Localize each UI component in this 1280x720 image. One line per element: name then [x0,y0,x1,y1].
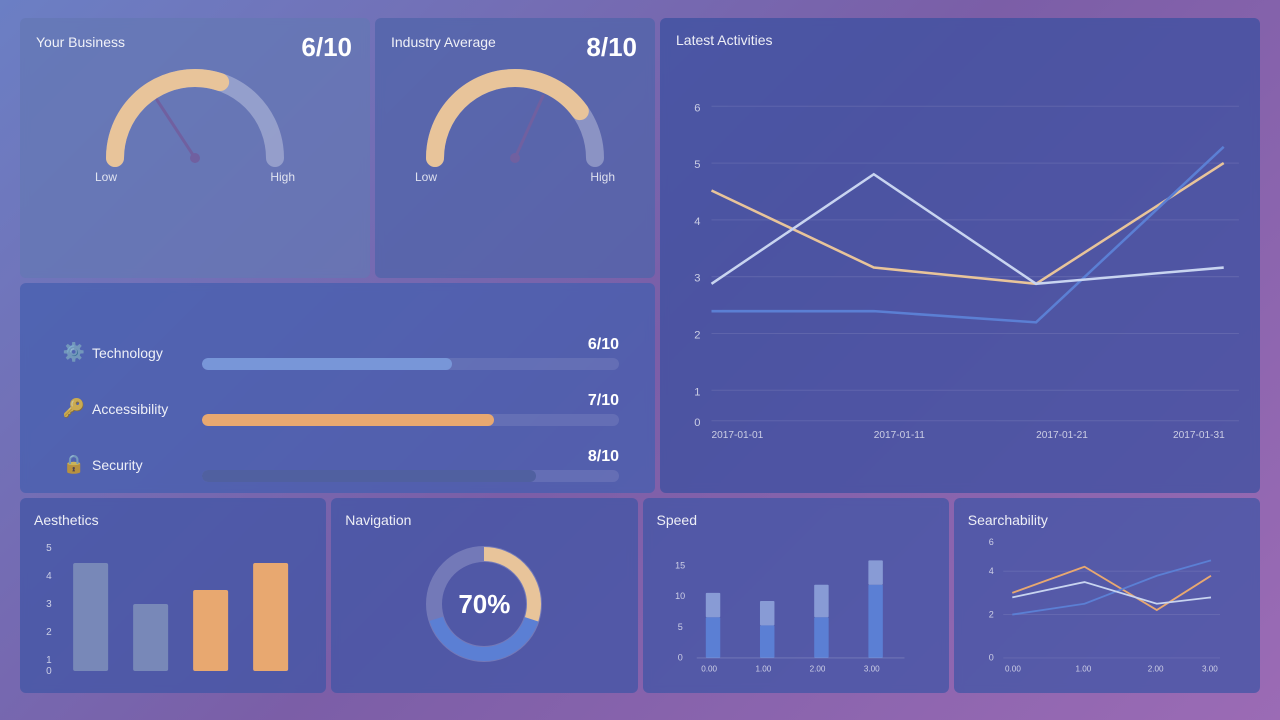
donut-container: 70% [345,536,623,673]
navigation-percentage: 70% [458,589,510,620]
searchability-chart: 0 2 4 6 0.00 1.00 2.00 3.00 [968,536,1246,676]
svg-text:0: 0 [694,416,700,428]
svg-text:2: 2 [46,627,52,638]
svg-text:1: 1 [694,386,700,398]
technology-icon: ⚙️ [56,335,92,371]
svg-text:0.00: 0.00 [1005,664,1021,673]
accessibility-bar [202,414,494,426]
svg-text:4: 4 [989,565,994,575]
searchability-title: Searchability [968,512,1246,528]
security-bar [202,470,536,482]
searchability-card: Searchability 0 2 4 6 0.00 1 [954,498,1260,693]
metrics-content: ⚙️ Technology 6/10 🔑 Accessibility 7/10 [36,299,639,477]
svg-text:3.00: 3.00 [1202,664,1218,673]
speed-chart: 0 5 10 15 0.00 1.00 2.00 [657,536,935,676]
your-business-gauge-labels: Low High [95,170,295,184]
metric-technology: ⚙️ Technology 6/10 [56,335,619,371]
svg-text:0: 0 [46,666,52,676]
svg-text:0.00: 0.00 [701,664,717,673]
aesthetics-card: Aesthetics 5 4 3 2 1 0 0.00 1. [20,498,326,693]
svg-text:1.00: 1.00 [1075,664,1091,673]
dashboard: Your Business 6/10 Low High Industry Ave… [20,18,1260,703]
svg-text:5: 5 [694,159,700,171]
accessibility-label: Accessibility [92,401,202,417]
technology-bar [202,358,452,370]
industry-avg-high-label: High [590,170,615,184]
activities-card: Latest Activities 6 5 4 3 2 1 0 2017-01-… [660,18,1260,493]
activities-chart-svg: 6 5 4 3 2 1 0 2017-01-01 2017-01-11 2017… [676,56,1244,471]
svg-text:4: 4 [46,571,52,582]
svg-text:2.00: 2.00 [1148,664,1164,673]
navigation-card: Navigation 70% [331,498,637,693]
activities-title: Latest Activities [676,32,1244,48]
industry-avg-gauge: Low High [391,58,639,184]
industry-avg-gauge-labels: Low High [415,170,615,184]
your-business-gauge: Low High [36,58,354,184]
svg-text:1.00: 1.00 [755,664,771,673]
accessibility-score: 7/10 [202,392,619,410]
svg-text:5: 5 [677,621,682,631]
svg-text:2: 2 [989,609,994,619]
aesthetics-chart: 5 4 3 2 1 0 0.00 1.00 2.00 3.00 [34,536,312,676]
navigation-title: Navigation [345,512,623,528]
svg-text:2017-01-01: 2017-01-01 [712,429,764,440]
your-business-low-label: Low [95,170,117,184]
industry-avg-score: 8/10 [586,32,637,63]
industry-avg-gauge-svg [415,58,615,168]
svg-text:4: 4 [694,215,700,227]
svg-text:2017-01-11: 2017-01-11 [874,429,925,440]
svg-text:2017-01-21: 2017-01-21 [1036,429,1088,440]
technology-label: Technology [92,345,202,361]
svg-text:2: 2 [694,329,700,341]
security-score: 8/10 [202,448,619,466]
your-business-card: Your Business 6/10 Low High [20,18,370,278]
security-icon: 🔒 [56,447,92,483]
accessibility-icon: 🔑 [56,391,92,427]
svg-text:3: 3 [694,272,700,284]
metrics-card: ⚙️ Technology 6/10 🔑 Accessibility 7/10 [20,283,655,493]
speed-card: Speed 0 5 10 15 0. [643,498,949,693]
industry-avg-low-label: Low [415,170,437,184]
security-bar-wrapper [202,470,619,482]
metric-accessibility: 🔑 Accessibility 7/10 [56,391,619,427]
technology-bar-wrapper [202,358,619,370]
svg-text:0: 0 [989,652,994,662]
svg-text:6: 6 [989,537,994,547]
accessibility-bar-wrapper [202,414,619,426]
svg-text:15: 15 [675,560,685,570]
svg-text:3: 3 [46,599,52,610]
industry-avg-card: Industry Average 8/10 Low High [375,18,655,278]
aesthetics-title: Aesthetics [34,512,312,528]
svg-text:2.00: 2.00 [809,664,825,673]
speed-title: Speed [657,512,935,528]
security-label: Security [92,457,202,473]
svg-text:6: 6 [694,102,700,114]
svg-text:2017-01-31: 2017-01-31 [1173,429,1225,440]
svg-text:1: 1 [46,655,52,666]
svg-text:0: 0 [677,652,682,662]
svg-text:10: 10 [675,591,685,601]
your-business-gauge-svg [95,58,295,168]
your-business-score: 6/10 [301,32,352,63]
svg-text:3.00: 3.00 [863,664,879,673]
bottom-section: Aesthetics 5 4 3 2 1 0 0.00 1. [20,498,1260,693]
your-business-high-label: High [270,170,295,184]
metric-security: 🔒 Security 8/10 [56,447,619,483]
technology-score: 6/10 [202,336,619,354]
svg-text:5: 5 [46,543,52,554]
